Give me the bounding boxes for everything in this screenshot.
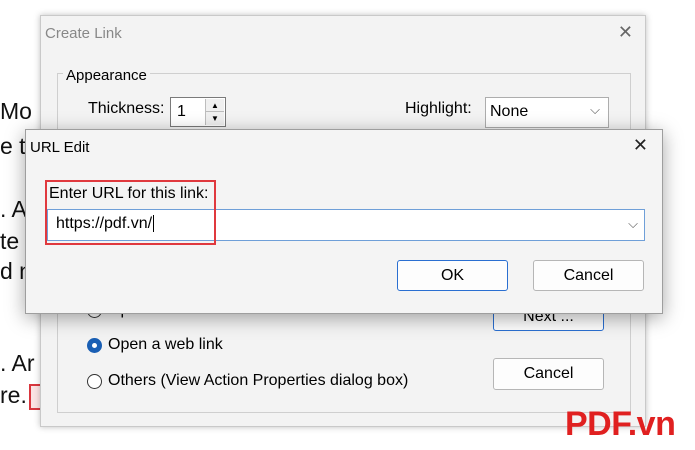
dialog-title: Create Link [45, 25, 122, 42]
radio-others[interactable]: Others (View Action Properties dialog bo… [87, 372, 408, 390]
cancel-button[interactable]: Cancel [493, 358, 604, 390]
stepper-buttons: ▲ ▼ [205, 99, 224, 125]
radio-label: Open a web link [108, 336, 223, 353]
close-icon[interactable]: ✕ [618, 22, 633, 43]
doc-text-fragment: re. [0, 382, 27, 408]
doc-text-line: . Ar [0, 350, 35, 376]
doc-text-line: re. [0, 382, 42, 410]
thickness-value: 1 [177, 103, 186, 120]
url-edit-dialog: URL Edit ✕ Enter URL for this link: http… [25, 129, 663, 314]
doc-text-line: . A [0, 196, 27, 222]
appearance-legend: Appearance [63, 67, 150, 84]
stepper-down-icon[interactable]: ▼ [206, 112, 224, 125]
radio-open-web-link[interactable]: Open a web link [87, 336, 223, 354]
ok-button[interactable]: OK [397, 260, 508, 291]
cancel-button[interactable]: Cancel [533, 260, 644, 291]
doc-text-line: te [0, 228, 20, 254]
watermark-logo: PDF.vn [565, 405, 676, 443]
highlight-select[interactable]: None ⌵ [485, 97, 609, 128]
chevron-down-icon[interactable]: ⌵ [628, 216, 638, 232]
chevron-down-icon: ⌵ [590, 102, 600, 117]
thickness-label: Thickness: [88, 100, 165, 117]
thickness-stepper[interactable]: 1 ▲ ▼ [170, 97, 226, 127]
stepper-up-icon[interactable]: ▲ [206, 99, 224, 112]
dialog-title: URL Edit [30, 139, 90, 156]
highlight-value: None [490, 103, 529, 120]
annotation-highlight-box [45, 180, 216, 245]
radio-label: Others (View Action Properties dialog bo… [108, 372, 409, 389]
doc-text-line: Mo [0, 98, 32, 124]
close-icon[interactable]: ✕ [633, 135, 648, 156]
highlight-label: Highlight: [405, 100, 472, 117]
radio-icon [87, 373, 102, 389]
radio-selected-icon [87, 337, 102, 353]
